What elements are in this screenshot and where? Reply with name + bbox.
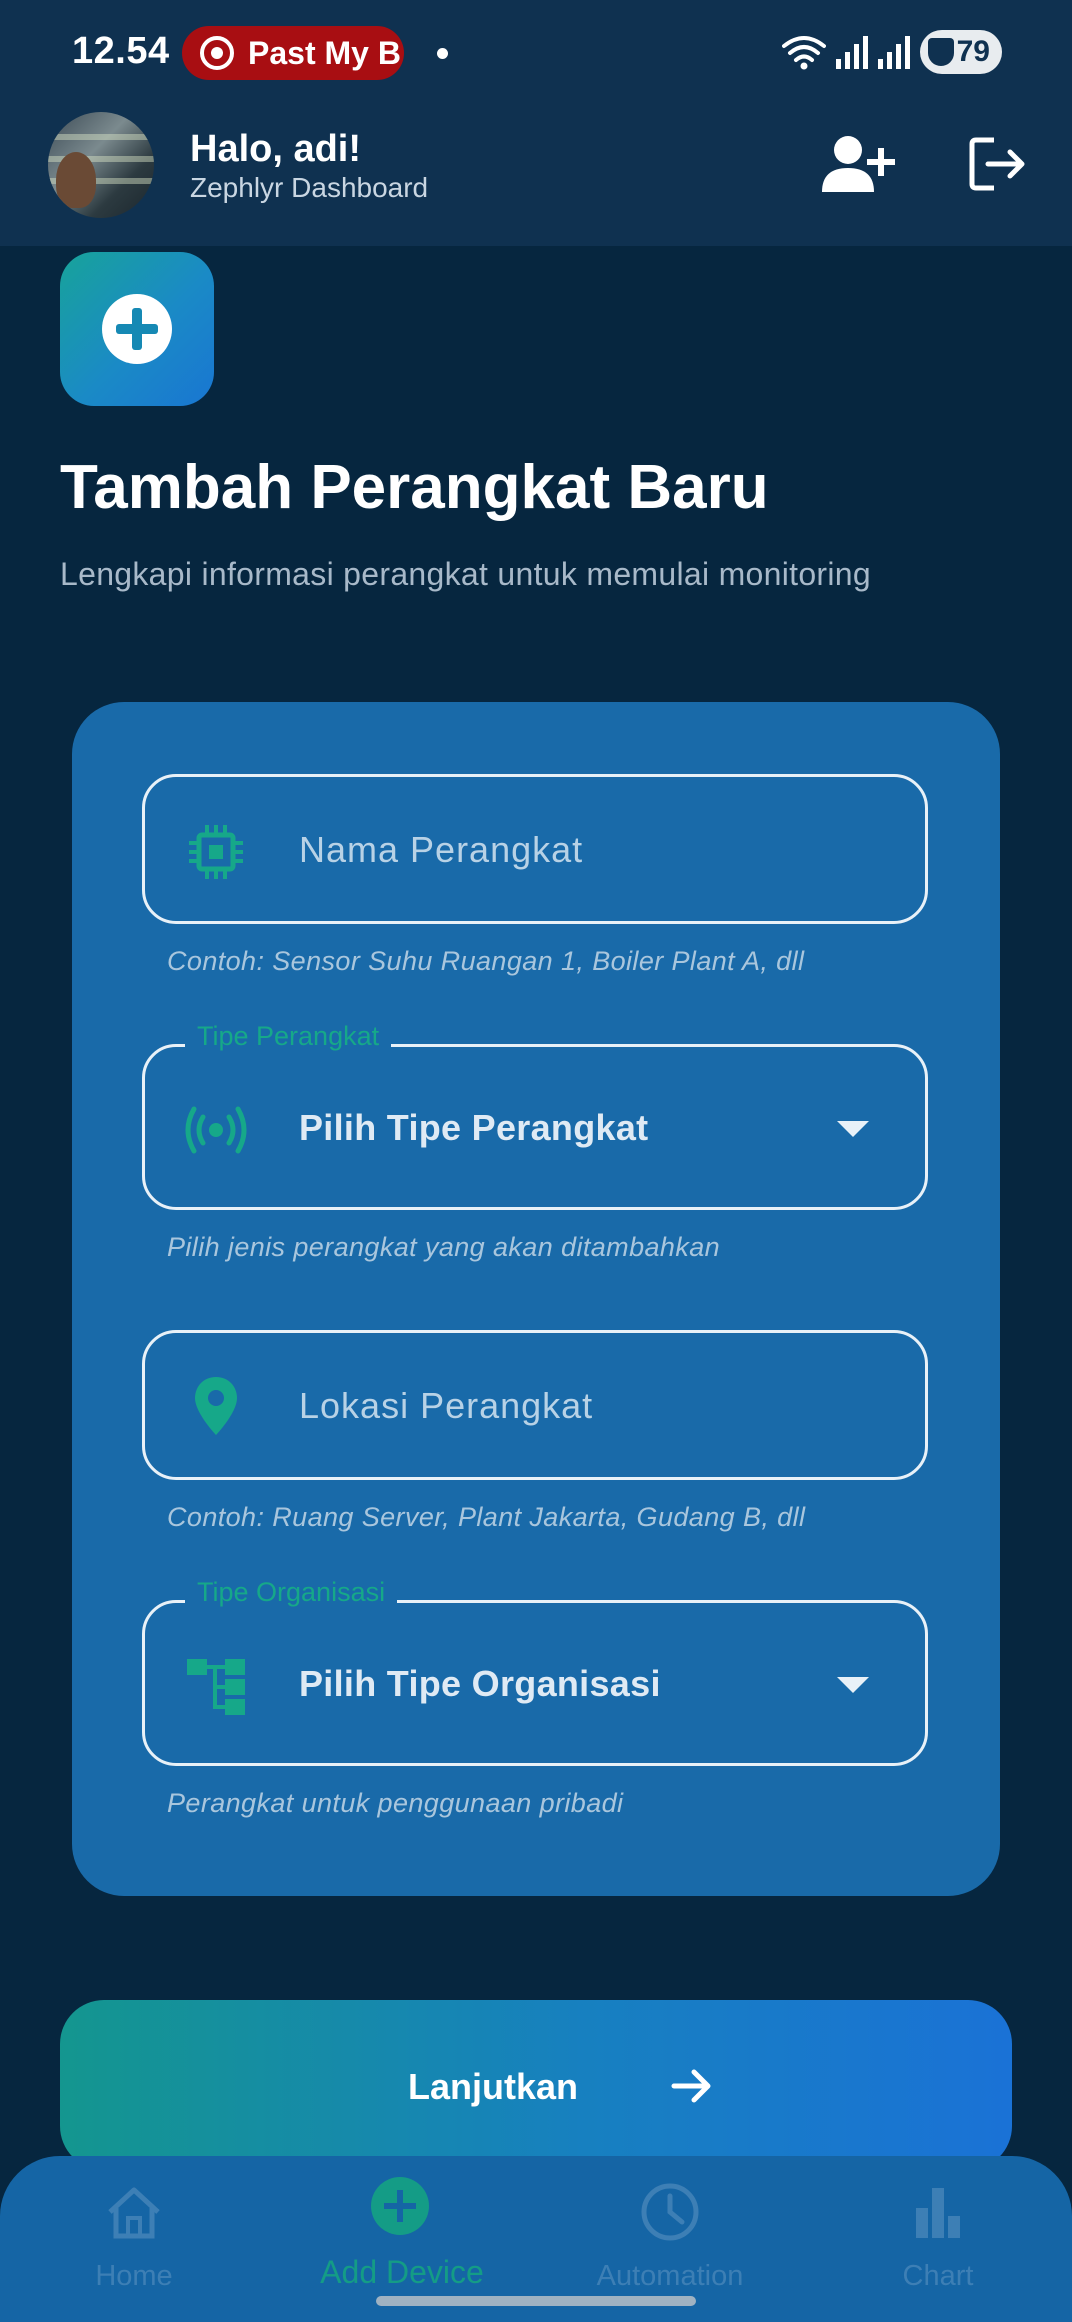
chip-icon — [189, 825, 243, 879]
organization-type-value: Pilih Tipe Organisasi — [299, 1663, 661, 1704]
hierarchy-icon — [187, 1659, 245, 1715]
clock-icon — [641, 2183, 699, 2241]
arrow-right-icon — [671, 2069, 711, 2103]
battery-indicator: 79 — [920, 30, 1002, 74]
signal-icon — [836, 36, 868, 69]
device-type-helper: Pilih jenis perangkat yang akan ditambah… — [167, 1232, 721, 1262]
status-icons: 79 — [782, 30, 1002, 74]
device-type-select[interactable]: Tipe Perangkat Pilih Tipe Perangkat — [142, 1021, 928, 1210]
bar-chart-icon — [916, 2188, 960, 2238]
continue-button-label: Lanjutkan — [408, 2066, 579, 2107]
nav-label-home: Home — [95, 2260, 173, 2292]
location-pin-icon — [195, 1377, 237, 1435]
notification-dot-icon — [437, 48, 448, 59]
avatar[interactable] — [48, 112, 154, 218]
app-screen: 12.54 Past My B 79 Halo, adi! Zephlyr Da… — [0, 0, 1072, 2322]
add-device-badge — [60, 252, 214, 406]
plus-circle-icon — [102, 294, 172, 364]
organization-type-helper: Perangkat untuk penggunaan pribadi — [167, 1788, 624, 1818]
device-form-card: Nama Perangkat Contoh: Sensor Suhu Ruang… — [72, 702, 1000, 1896]
continue-button[interactable]: Lanjutkan — [60, 2000, 1012, 2170]
wifi-icon — [782, 36, 826, 70]
logout-icon[interactable] — [968, 134, 1028, 194]
gesture-home-bar[interactable] — [376, 2296, 696, 2306]
nav-label-automation: Automation — [596, 2260, 744, 2292]
nav-item-home[interactable]: Home — [0, 2156, 268, 2322]
app-header: Halo, adi! Zephlyr Dashboard — [0, 108, 1072, 246]
device-name-placeholder: Nama Perangkat — [299, 829, 584, 870]
status-bar: 12.54 Past My B 79 — [0, 0, 1072, 108]
page-title: Tambah Perangkat Baru — [60, 453, 769, 522]
status-time: 12.54 — [72, 30, 170, 72]
device-location-field[interactable]: Lokasi Perangkat — [142, 1330, 928, 1480]
media-chip-text: Past My B — [248, 34, 401, 71]
device-name-field[interactable]: Nama Perangkat — [142, 774, 928, 924]
device-name-helper: Contoh: Sensor Suhu Ruangan 1, Boiler Pl… — [167, 946, 805, 976]
add-circle-icon — [371, 2177, 429, 2235]
device-location-placeholder: Lokasi Perangkat — [299, 1385, 594, 1426]
sensor-icon — [185, 1106, 247, 1154]
nav-label-chart: Chart — [902, 2260, 974, 2292]
chevron-down-icon — [837, 1121, 869, 1137]
page-description: Lengkapi informasi perangkat untuk memul… — [60, 556, 871, 592]
home-icon — [108, 2187, 160, 2239]
record-icon — [200, 36, 234, 70]
nav-item-chart[interactable]: Chart — [804, 2156, 1072, 2322]
organization-type-label: Tipe Organisasi — [185, 1577, 398, 1608]
person-add-icon[interactable] — [820, 134, 898, 194]
media-chip[interactable]: Past My B — [182, 26, 404, 80]
organization-type-select[interactable]: Tipe Organisasi Pilih Tipe Organisasi — [142, 1577, 928, 1766]
dashboard-subtitle: Zephlyr Dashboard — [190, 172, 429, 203]
device-type-value: Pilih Tipe Perangkat — [299, 1107, 649, 1148]
battery-saver-icon — [928, 38, 954, 66]
greeting-text: Halo, adi! — [190, 128, 362, 170]
battery-level: 79 — [956, 35, 990, 68]
chevron-down-icon — [837, 1677, 869, 1693]
nav-label-add-device: Add Device — [320, 2254, 484, 2290]
signal-icon-2 — [878, 36, 910, 69]
device-type-label: Tipe Perangkat — [185, 1021, 392, 1052]
device-location-helper: Contoh: Ruang Server, Plant Jakarta, Gud… — [167, 1502, 806, 1532]
